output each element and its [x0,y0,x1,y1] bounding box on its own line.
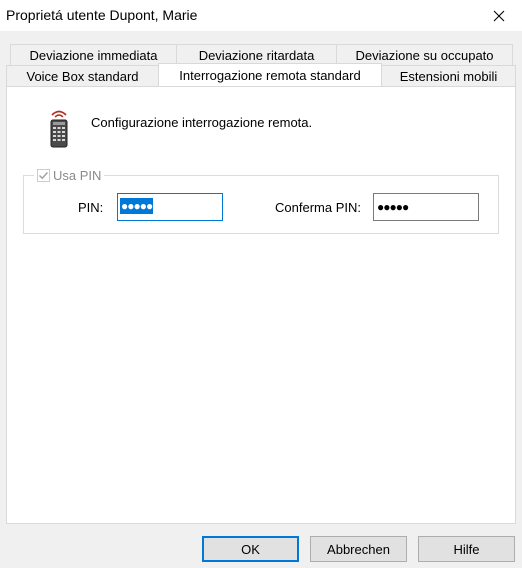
tab-label: Interrogazione remota standard [179,67,361,83]
ok-button[interactable]: OK [202,536,299,562]
remote-config-description: Configurazione interrogazione remota. [91,115,313,130]
ok-button-label: OK [241,541,260,557]
tab-label: Estensioni mobili [399,68,498,84]
tab-label: Voice Box standard [26,68,139,84]
help-button-label: Hilfe [453,541,480,557]
tab-label: Deviazione immediata [29,47,158,63]
tab-estensioni-mobili[interactable]: Estensioni mobili [381,65,516,86]
confirm-pin-label: Conferma PIN: [275,200,361,215]
cancel-button[interactable]: Abbrechen [310,536,407,562]
confirm-pin-value: ●●●●● [377,200,409,214]
help-button[interactable]: Hilfe [418,536,515,562]
title-bar: Proprietá utente Dupont, Marie [0,0,522,31]
pin-value: ●●●●● [120,198,153,214]
tab-deviazione-ritardata[interactable]: Deviazione ritardata [176,44,337,65]
checkmark-icon [39,171,49,179]
tab-deviazione-immediata[interactable]: Deviazione immediata [10,44,177,65]
pin-input[interactable]: ●●●●● [117,193,223,221]
tab-voice-box-standard[interactable]: Voice Box standard [6,65,159,86]
checkbox-box[interactable] [37,168,50,182]
close-button[interactable] [476,0,522,31]
tab-label: Deviazione su occupato [355,47,494,63]
window-title: Proprietá utente Dupont, Marie [6,7,198,23]
tab-label: Deviazione ritardata [198,47,315,63]
use-pin-label: Usa PIN [53,167,102,183]
pin-label: PIN: [78,200,104,215]
use-pin-checkbox[interactable]: Usa PIN [34,166,105,184]
close-icon [493,10,505,21]
cancel-button-label: Abbrechen [327,541,390,557]
confirm-pin-input[interactable]: ●●●●● [373,193,479,221]
tab-panel [6,86,516,524]
tab-deviazione-su-occupato[interactable]: Deviazione su occupato [336,44,513,65]
tab-interrogazione-remota-standard[interactable]: Interrogazione remota standard [158,63,382,86]
remote-control-icon [50,110,68,148]
